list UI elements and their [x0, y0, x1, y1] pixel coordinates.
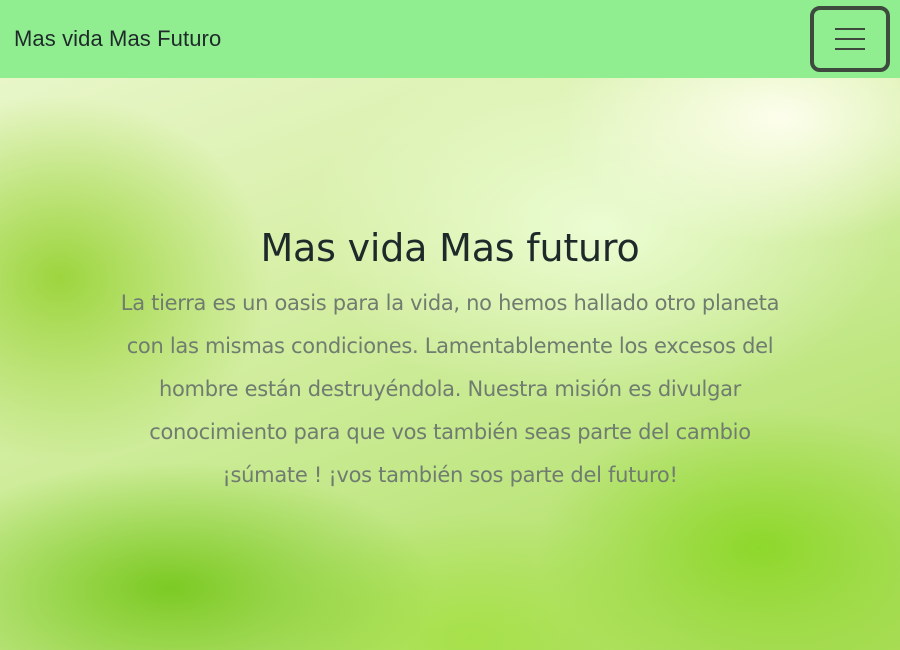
hero-content: Mas vida Mas futuro La tierra es un oasi… — [110, 226, 790, 497]
hero-section: Mas vida Mas futuro La tierra es un oasi… — [0, 78, 900, 650]
navbar-brand[interactable]: Mas vida Mas Futuro — [14, 26, 221, 52]
menu-toggle-button[interactable] — [810, 6, 890, 72]
hamburger-menu-icon — [833, 25, 867, 53]
hero-description: La tierra es un oasis para la vida, no h… — [120, 291, 780, 487]
top-navbar: Mas vida Mas Futuro — [0, 0, 900, 78]
hero-title: Mas vida Mas futuro — [260, 226, 640, 270]
